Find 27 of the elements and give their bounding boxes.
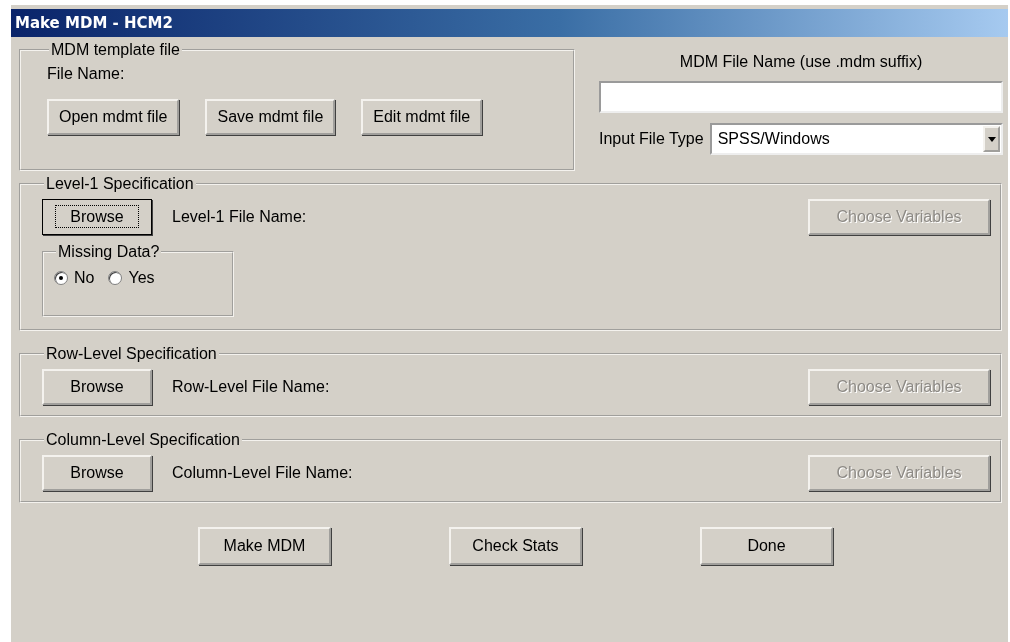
template-button[interactable]: Open mdmt file [47, 99, 180, 135]
browse-button[interactable]: Browse [42, 199, 152, 235]
file-name-label: Level-1 File Name: [172, 208, 307, 226]
template-button[interactable]: Edit mdmt file [361, 99, 483, 135]
group-label: MDM template file [50, 41, 181, 59]
group-label: Row-Level Specification [45, 345, 218, 363]
footer-button[interactable]: Check Stats [449, 527, 582, 565]
footer-button[interactable]: Done [700, 527, 833, 565]
browse-button[interactable]: Browse [42, 369, 152, 405]
radio-icon[interactable] [108, 271, 123, 285]
file-name-label: File Name: [47, 65, 126, 83]
file-name-label: Row-Level File Name: [172, 378, 330, 396]
file-type-dropdown[interactable]: SPSS/Windows [709, 123, 1003, 155]
group-label: Missing Data? [57, 243, 161, 261]
footer-button[interactable]: Make MDM [198, 527, 331, 565]
field-label: Input File Type [599, 130, 704, 148]
file-name-label: Column-Level File Name: [172, 464, 353, 482]
field-label: MDM File Name (use .mdm suffix) [679, 53, 923, 71]
file-name-field[interactable] [599, 81, 1003, 113]
radio-icon[interactable] [54, 271, 68, 285]
group-label: Level-1 Specification [45, 175, 195, 193]
group-label: Column-Level Specification [45, 431, 241, 449]
template-button[interactable]: Save mdmt file [205, 99, 336, 135]
window-title: Make MDM - HCM2 [15, 14, 173, 32]
browse-button[interactable]: Browse [42, 455, 152, 491]
radio-button[interactable]: No [54, 269, 95, 287]
radio-button[interactable]: Yes [108, 269, 155, 287]
